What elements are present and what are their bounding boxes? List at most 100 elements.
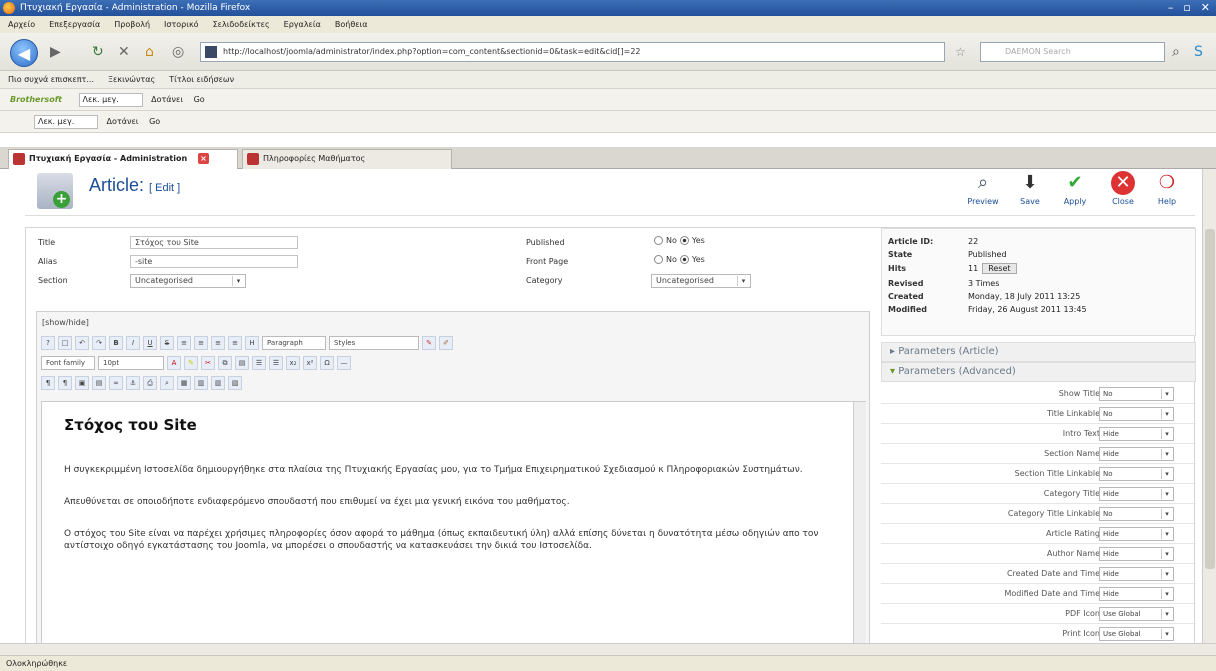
italic-icon[interactable]: I bbox=[126, 336, 140, 350]
param-select[interactable]: Hide ▾ bbox=[1099, 427, 1174, 441]
styles-select[interactable]: Styles bbox=[329, 336, 419, 350]
print-icon[interactable]: ⎙ bbox=[143, 376, 157, 390]
back-button[interactable]: ◀ bbox=[10, 39, 38, 67]
menu-view[interactable]: Προβολή bbox=[114, 16, 150, 33]
underline-icon[interactable]: U bbox=[143, 336, 157, 350]
bookmark-star-icon[interactable]: ☆ bbox=[955, 45, 966, 59]
strike-icon[interactable]: S bbox=[160, 336, 174, 350]
media-icon[interactable]: ▤ bbox=[92, 376, 106, 390]
hr-icon[interactable]: H bbox=[245, 336, 259, 350]
editor-document[interactable]: Στόχος του Site Η συγκεκριμμένη Ιστοσελί… bbox=[41, 401, 866, 643]
param-select[interactable]: No ▾ bbox=[1099, 407, 1174, 421]
show-hide-toggle[interactable]: [show/hide] bbox=[42, 318, 89, 327]
subscript-icon[interactable]: x₂ bbox=[286, 356, 300, 370]
toolbar-field[interactable]: Λεκ. μεγ. bbox=[78, 92, 143, 107]
addons-icon[interactable]: ◎ bbox=[172, 44, 184, 60]
forward-icon[interactable]: ▶ bbox=[50, 44, 61, 60]
merge-icon[interactable]: ▧ bbox=[228, 376, 242, 390]
new-doc-icon[interactable]: □ bbox=[58, 336, 72, 350]
align-left-icon[interactable]: ≡ bbox=[177, 336, 191, 350]
stop-icon[interactable]: ✕ bbox=[118, 44, 130, 60]
apply-button[interactable]: ✔ Apply bbox=[1055, 171, 1095, 206]
text-color-icon[interactable]: A bbox=[167, 356, 181, 370]
menu-file[interactable]: Αρχείο bbox=[8, 16, 35, 33]
param-select[interactable]: Use Global ▾ bbox=[1099, 627, 1174, 641]
image-icon[interactable]: ▣ bbox=[75, 376, 89, 390]
paste-icon[interactable]: ▤ bbox=[235, 356, 249, 370]
close-tab-icon[interactable]: × bbox=[197, 153, 209, 164]
anchor-icon[interactable]: ⚓ bbox=[126, 376, 140, 390]
published-yes-radio[interactable] bbox=[679, 236, 689, 245]
params-advanced-header[interactable]: ▾ Parameters (Advanced) bbox=[881, 362, 1196, 382]
editor-scrollbar[interactable] bbox=[853, 402, 866, 643]
align-center-icon[interactable]: ≡ bbox=[194, 336, 208, 350]
link-icon[interactable]: ∞ bbox=[109, 376, 123, 390]
bookmark-headlines[interactable]: Τίτλοι ειδήσεων bbox=[169, 71, 234, 88]
superscript-icon[interactable]: x² bbox=[303, 356, 317, 370]
close-window-icon[interactable]: ✕ bbox=[1201, 0, 1210, 16]
home-icon[interactable]: ⌂ bbox=[145, 44, 154, 60]
cut-icon[interactable]: ✂ bbox=[201, 356, 215, 370]
save-button[interactable]: ⬇ Save bbox=[1010, 171, 1050, 206]
toolbar2-go[interactable]: Go bbox=[149, 117, 160, 126]
justify-icon[interactable]: ≡ bbox=[228, 336, 242, 350]
section-select[interactable]: Uncategorised ▾ bbox=[130, 274, 246, 288]
charmap-icon[interactable]: Ω bbox=[320, 356, 334, 370]
menu-bookmarks[interactable]: Σελιδοδείκτες bbox=[213, 16, 270, 33]
menu-help[interactable]: Βοήθεια bbox=[335, 16, 368, 33]
search-icon[interactable]: ⌕ bbox=[1172, 44, 1180, 60]
menu-tools[interactable]: Εργαλεία bbox=[284, 16, 321, 33]
bold-icon[interactable]: B bbox=[109, 336, 123, 350]
param-select[interactable]: Hide ▾ bbox=[1099, 527, 1174, 541]
param-select[interactable]: Hide ▾ bbox=[1099, 547, 1174, 561]
param-select[interactable]: No ▾ bbox=[1099, 387, 1174, 401]
param-select[interactable]: Hide ▾ bbox=[1099, 447, 1174, 461]
skype-icon[interactable]: S bbox=[1194, 44, 1203, 60]
scroll-thumb[interactable] bbox=[1205, 229, 1215, 569]
ltr-icon[interactable]: ¶ bbox=[41, 376, 55, 390]
published-no-radio[interactable] bbox=[654, 236, 663, 245]
rtl-icon[interactable]: ¶ bbox=[58, 376, 72, 390]
param-select[interactable]: Hide ▾ bbox=[1099, 587, 1174, 601]
bookmark-getting-started[interactable]: Ξεκινώντας bbox=[108, 71, 155, 88]
numlist-icon[interactable]: ☰ bbox=[269, 356, 283, 370]
title-input[interactable]: Στόχος του Site bbox=[130, 236, 298, 249]
page-horizontal-scrollbar[interactable] bbox=[0, 643, 1216, 655]
close-button[interactable]: ✕ Close bbox=[1103, 171, 1143, 206]
params-article-header[interactable]: ▸ Parameters (Article) bbox=[881, 342, 1196, 362]
frontpage-no-radio[interactable] bbox=[654, 255, 663, 264]
redo-icon[interactable]: ↷ bbox=[92, 336, 106, 350]
maximize-icon[interactable]: ▫ bbox=[1183, 0, 1190, 16]
help-button[interactable]: ❍ Help bbox=[1147, 171, 1187, 206]
highlight-icon[interactable]: ✎ bbox=[184, 356, 198, 370]
menu-edit[interactable]: Επεξεργασία bbox=[49, 16, 100, 33]
table-icon[interactable]: ▦ bbox=[177, 376, 191, 390]
clean-icon[interactable]: ✎ bbox=[422, 336, 436, 350]
tab-administration[interactable]: Πτυχιακή Εργασία - Administration × bbox=[8, 149, 238, 169]
font-size-select[interactable]: 10pt bbox=[98, 356, 164, 370]
alias-input[interactable]: -site bbox=[130, 255, 298, 268]
param-select[interactable]: Hide ▾ bbox=[1099, 487, 1174, 501]
font-family-select[interactable]: Font family bbox=[41, 356, 95, 370]
param-select[interactable]: Hide ▾ bbox=[1099, 567, 1174, 581]
preview-button[interactable]: ⌕ Preview bbox=[963, 171, 1003, 206]
param-select[interactable]: Use Global ▾ bbox=[1099, 607, 1174, 621]
find-icon[interactable]: ⌕ bbox=[160, 376, 174, 390]
format-select[interactable]: Paragraph bbox=[262, 336, 326, 350]
toolbar-button[interactable]: Δοτάνει bbox=[151, 95, 183, 104]
reset-hits-button[interactable]: Reset bbox=[982, 263, 1017, 274]
param-select[interactable]: No ▾ bbox=[1099, 467, 1174, 481]
help-icon[interactable]: ? bbox=[41, 336, 55, 350]
address-bar[interactable]: http://localhost/joomla/administrator/in… bbox=[200, 42, 945, 62]
minimize-icon[interactable]: – bbox=[1168, 0, 1174, 16]
page-vertical-scrollbar[interactable] bbox=[1202, 169, 1216, 643]
reload-icon[interactable]: ↻ bbox=[92, 44, 104, 60]
toolbar2-field[interactable]: Λεκ. μεγ. bbox=[34, 114, 98, 129]
hr2-icon[interactable]: — bbox=[337, 356, 351, 370]
paint-icon[interactable]: ✐ bbox=[439, 336, 453, 350]
copy-icon[interactable]: ⧉ bbox=[218, 356, 232, 370]
bullist-icon[interactable]: ☰ bbox=[252, 356, 266, 370]
frontpage-yes-radio[interactable] bbox=[679, 255, 689, 264]
row-icon[interactable]: ▥ bbox=[194, 376, 208, 390]
search-box[interactable]: DAEMON Search bbox=[980, 42, 1165, 62]
